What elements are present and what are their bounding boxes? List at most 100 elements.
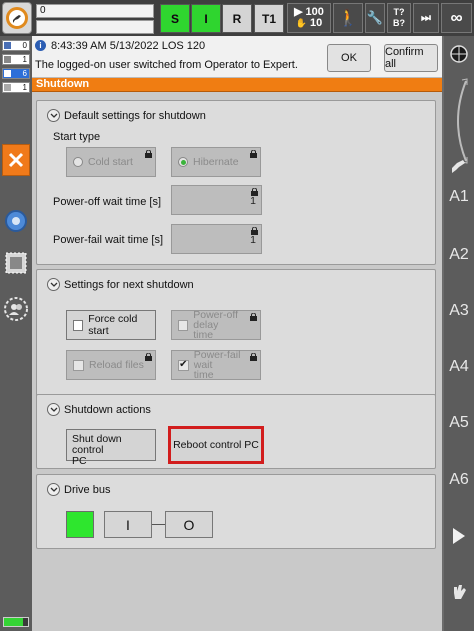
force-cold-start-option[interactable]: Force cold start — [66, 310, 156, 340]
drive-bus-off-button[interactable]: O — [165, 511, 213, 538]
reboot-control-pc-button[interactable]: Reboot control PC — [168, 426, 264, 464]
walking-person-icon: 🚶 — [338, 10, 358, 27]
cold-start-radio — [73, 157, 83, 167]
status-count-4: 1 — [22, 83, 27, 92]
powerfail-wait-field[interactable]: 1 — [171, 224, 262, 254]
shutdown-actions-heading: Shutdown actions — [64, 403, 151, 416]
override-button[interactable]: ▶ 100 ✋ 10 — [287, 3, 331, 33]
default-settings-header[interactable]: Default settings for shutdown — [47, 109, 206, 122]
lock-icon — [251, 188, 258, 196]
axis-a2-label[interactable]: A2 — [444, 246, 474, 264]
info-icon: i — [35, 40, 46, 51]
tool-button[interactable]: 🔧 — [365, 3, 385, 33]
poweroff-delay-option[interactable]: Power-off delay time — [171, 310, 261, 340]
base-number-label: B? — [393, 18, 405, 28]
program-name-field — [36, 20, 154, 34]
close-window-button[interactable] — [2, 144, 30, 176]
reload-files-label: Reload files — [89, 359, 144, 371]
confirm-all-label: Confirm all — [385, 46, 424, 70]
status-indicator-1[interactable]: 0 — [2, 40, 30, 51]
tool-icon: 🔧 — [366, 10, 384, 25]
poweroff-wait-field[interactable]: 1 — [171, 185, 262, 215]
axis-a4-label[interactable]: A4 — [444, 358, 474, 376]
main-panel: i 8:43:39 AM 5/13/2022 LOS 120 The logge… — [32, 36, 442, 631]
drive-bus-header[interactable]: Drive bus — [47, 483, 110, 496]
play-forward-button[interactable] — [451, 526, 467, 546]
drive-bus-on-button[interactable]: I — [104, 511, 152, 538]
incremental-jog-button[interactable]: ⏭ — [413, 3, 439, 33]
drive-bus-connector — [152, 524, 165, 525]
shutdown-control-pc-button[interactable]: Shut down control PC — [66, 429, 156, 467]
right-rail: A1 A2 A3 A4 A5 A6 — [444, 36, 474, 631]
start-type-label: Start type — [53, 131, 101, 143]
gear-icon — [5, 210, 27, 232]
next-shutdown-header[interactable]: Settings for next shutdown — [47, 278, 194, 291]
globe-button[interactable] — [447, 42, 471, 66]
lock-icon — [250, 150, 257, 158]
submit-label: S — [170, 11, 179, 26]
shutdown-actions-header[interactable]: Shutdown actions — [47, 403, 151, 416]
submit-interpreter-button[interactable]: S — [160, 4, 190, 33]
robot-interpreter-button[interactable]: R — [222, 4, 252, 33]
step-arrows-icon: ⏭ — [421, 11, 431, 24]
powerfail-wait-option-label-2: time — [193, 369, 214, 381]
status-count-2: 1 — [22, 55, 27, 64]
tool-base-button[interactable]: T? B? — [387, 3, 411, 33]
left-rail: 0 1 6 1 — [0, 36, 32, 631]
jog-mode-button[interactable] — [448, 154, 470, 176]
ok-label: OK — [341, 52, 357, 64]
drive-bus-on-label: I — [126, 516, 130, 533]
powerfail-wait-option[interactable]: ✔ Power-fail wait time — [171, 350, 261, 380]
drive-bus-heading: Drive bus — [64, 483, 111, 496]
confirm-all-button[interactable]: Confirm all — [384, 44, 438, 72]
default-settings-section: Default settings for shutdown Start type… — [36, 100, 436, 265]
powerfail-wait-checkbox: ✔ — [178, 359, 189, 371]
hand-guide-button[interactable] — [449, 581, 471, 603]
robot-icon — [6, 7, 28, 29]
axis-a5-label[interactable]: A5 — [444, 414, 474, 432]
drive-bus-off-label: O — [183, 516, 195, 533]
main-menu-button[interactable] — [2, 2, 32, 34]
axis-a6-label[interactable]: A6 — [444, 471, 474, 489]
infinite-mode-button[interactable]: ∞ — [441, 3, 472, 33]
lock-icon — [250, 353, 257, 361]
status-count-1: 0 — [22, 41, 27, 50]
chevron-down-icon — [47, 109, 60, 122]
reload-files-checkbox — [73, 359, 84, 371]
default-settings-heading: Default settings for shutdown — [64, 109, 206, 122]
reload-files-option[interactable]: Reload files — [66, 350, 156, 380]
drives-label: I — [204, 11, 208, 26]
status-indicator-4[interactable]: 1 — [2, 82, 30, 93]
battery-indicator — [3, 617, 29, 627]
axis-a3-label[interactable]: A3 — [444, 302, 474, 320]
cold-start-label: Cold start — [88, 156, 133, 168]
cold-start-option[interactable]: Cold start — [66, 147, 156, 177]
message-header: 8:43:39 AM 5/13/2022 LOS 120 — [51, 40, 206, 52]
globe-icon — [450, 45, 468, 63]
play-icon: ▶ — [294, 6, 303, 18]
status-indicator-3[interactable]: 6 — [2, 68, 30, 79]
jog-override-value: 10 — [309, 17, 323, 29]
force-cold-start-checkbox — [73, 319, 84, 331]
force-cold-start-label: Force cold start — [88, 313, 138, 337]
user-group-icon — [4, 297, 28, 321]
operating-mode-button[interactable]: T1 — [254, 4, 284, 33]
shutdown-actions-section: Shutdown actions Shut down control PC Re… — [36, 394, 436, 469]
tool-number-label: T? — [393, 7, 405, 17]
display-button[interactable] — [3, 250, 29, 276]
status-count-3: 6 — [22, 69, 27, 78]
reboot-control-pc-label: Reboot control PC — [173, 438, 259, 451]
close-icon — [8, 152, 24, 168]
status-indicator-2[interactable]: 1 — [2, 54, 30, 65]
run-mode-button[interactable]: 🚶 — [333, 3, 363, 33]
space-mouse-control[interactable] — [448, 76, 470, 166]
hand-icon — [454, 585, 466, 599]
axis-a1-label[interactable]: A1 — [444, 188, 474, 206]
top-status-bar: 0 S I R T1 ▶ 100 ✋ 10 🚶 🔧 T? B? ⏭ ∞ — [0, 0, 474, 36]
settings-gear-button[interactable] — [3, 208, 29, 234]
ok-button[interactable]: OK — [327, 44, 371, 72]
drives-status-button[interactable]: I — [191, 4, 221, 33]
user-group-button[interactable] — [3, 296, 29, 322]
hibernate-option[interactable]: Hibernate — [171, 147, 261, 177]
lock-icon — [251, 227, 258, 235]
